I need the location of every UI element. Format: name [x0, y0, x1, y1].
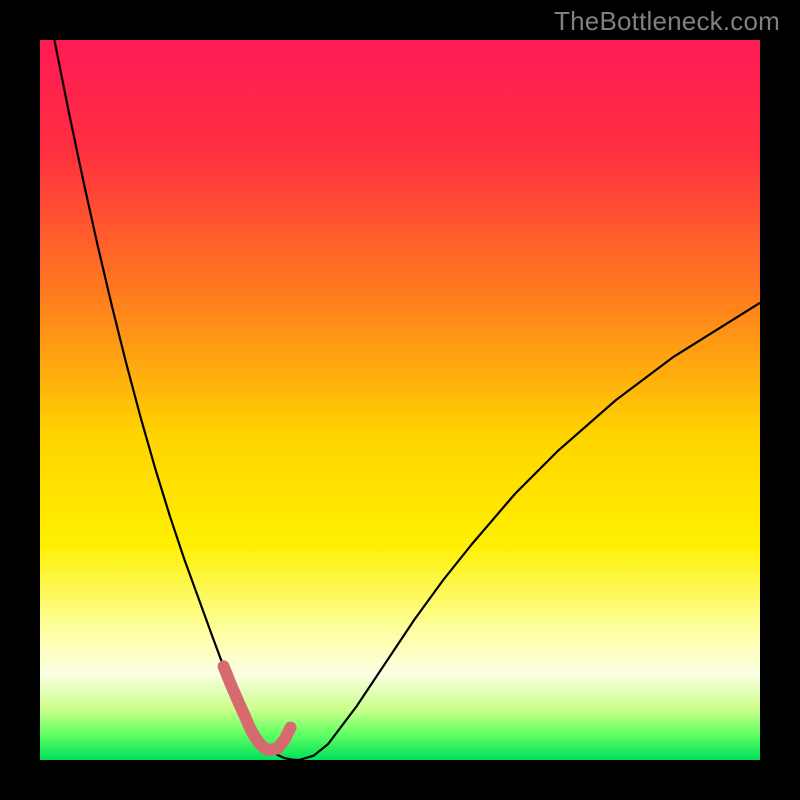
plot-area: [40, 40, 760, 760]
watermark-label: TheBottleneck.com: [554, 6, 780, 37]
chart-container: TheBottleneck.com: [0, 0, 800, 800]
chart-svg: [40, 40, 760, 760]
gradient-background: [40, 40, 760, 760]
